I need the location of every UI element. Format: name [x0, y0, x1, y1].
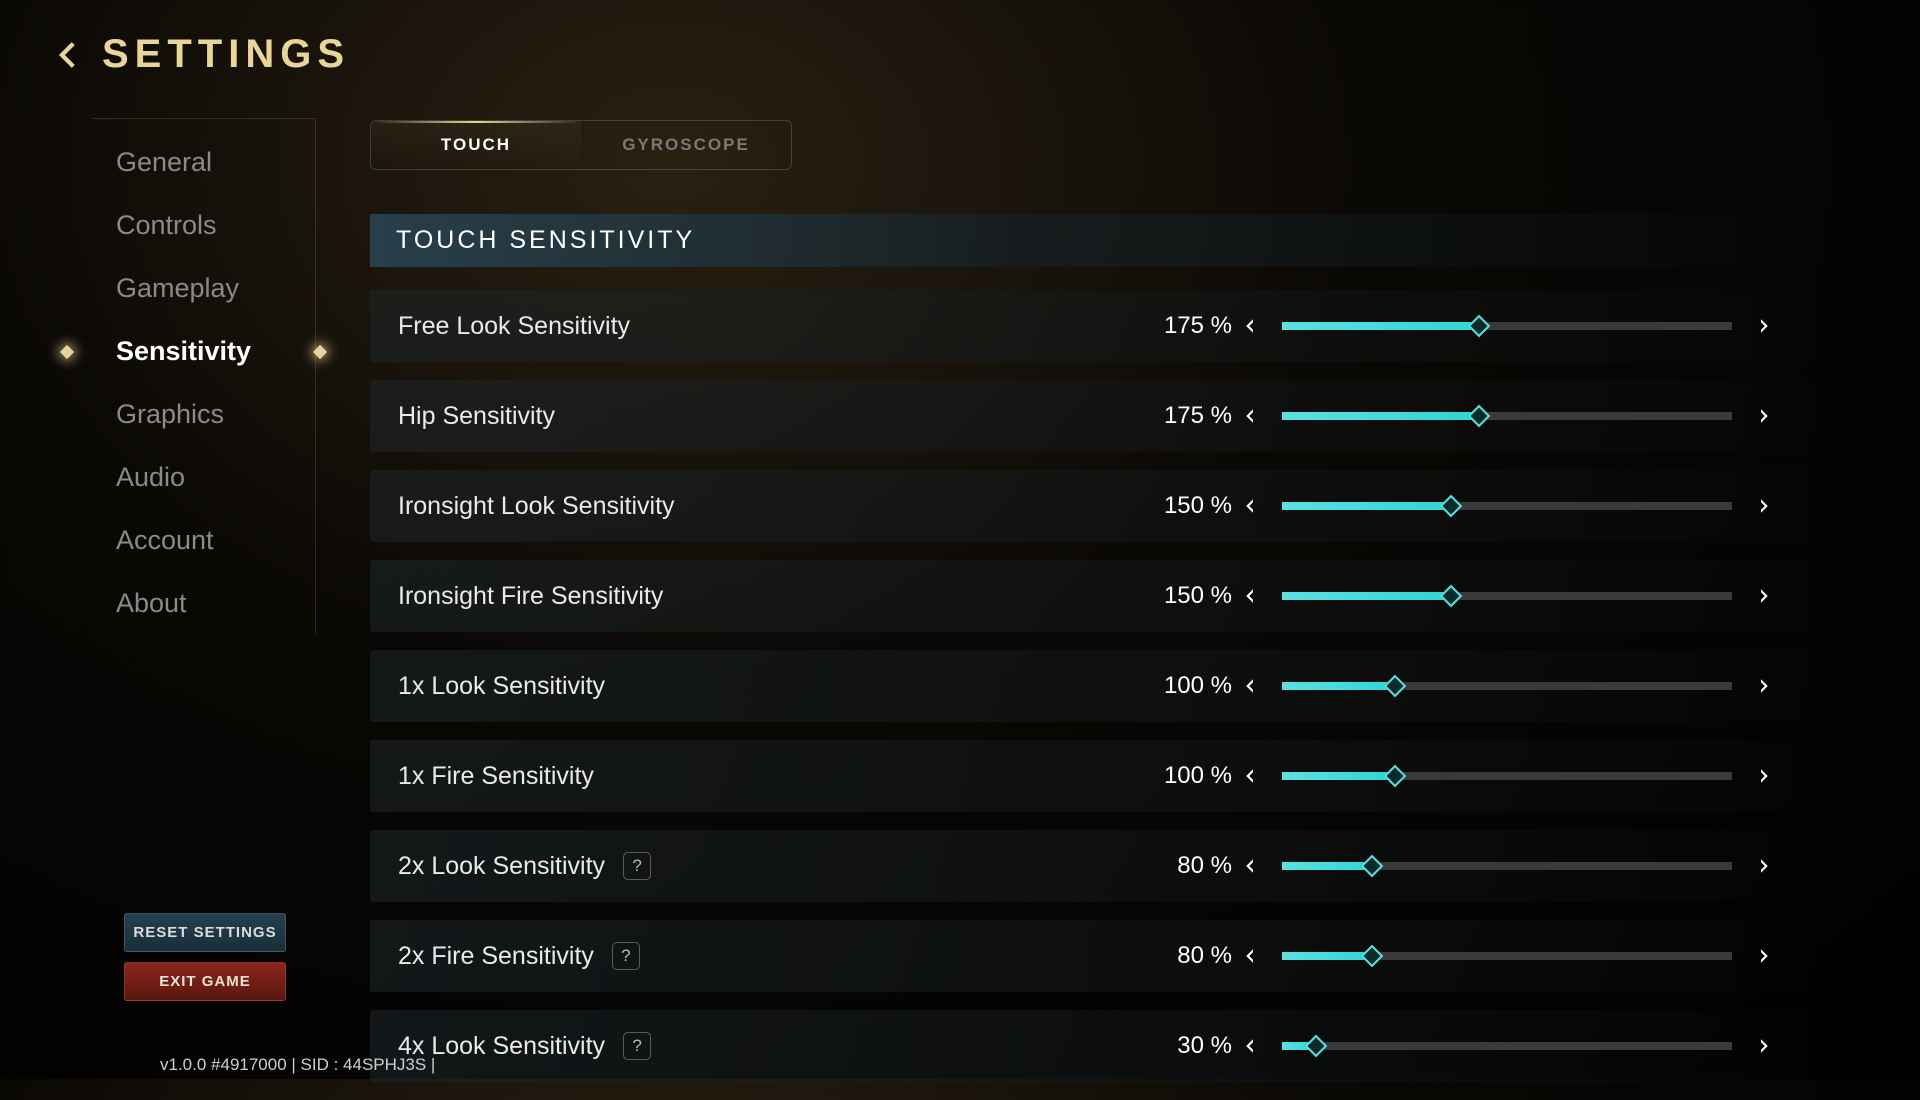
header: SETTINGS — [52, 32, 350, 77]
slider-track[interactable] — [1282, 502, 1732, 510]
help-icon[interactable]: ? — [612, 942, 640, 970]
decrease-button[interactable] — [1232, 944, 1268, 968]
slider-row: Hip Sensitivity 175 % — [370, 380, 1810, 452]
slider-handle[interactable] — [1383, 765, 1406, 788]
increase-button[interactable] — [1746, 944, 1782, 968]
help-icon[interactable]: ? — [623, 852, 651, 880]
slider-fill — [1282, 322, 1479, 330]
slider-value: 80 % — [1132, 852, 1232, 880]
increase-button[interactable] — [1746, 584, 1782, 608]
sidebar-item-graphics[interactable]: Graphics — [92, 383, 315, 446]
slider-row: 2x Look Sensitivity? 80 % — [370, 830, 1810, 902]
slider-fill — [1282, 952, 1372, 960]
decrease-button[interactable] — [1232, 1034, 1268, 1058]
slider-handle[interactable] — [1383, 675, 1406, 698]
slider-fill — [1282, 502, 1451, 510]
tab-touch[interactable]: TOUCH — [371, 121, 581, 169]
slider-track[interactable] — [1282, 682, 1732, 690]
increase-button[interactable] — [1746, 674, 1782, 698]
tab-gyroscope[interactable]: GYROSCOPE — [581, 121, 791, 169]
slider-track[interactable] — [1282, 952, 1732, 960]
sidebar-item-gameplay[interactable]: Gameplay — [92, 257, 315, 320]
sidebar-item-audio[interactable]: Audio — [92, 446, 315, 509]
slider-row: Ironsight Fire Sensitivity 150 % — [370, 560, 1810, 632]
footer-text: v1.0.0 #4917000 | SID : 44SPHJ3S | — [160, 1055, 435, 1075]
slider-value: 150 % — [1132, 582, 1232, 610]
slider-handle[interactable] — [1468, 315, 1491, 338]
slider-label: Ironsight Fire Sensitivity — [398, 582, 663, 611]
slider-label: 2x Fire Sensitivity? — [398, 942, 640, 971]
slider-value: 100 % — [1132, 672, 1232, 700]
slider-row: 4x Look Sensitivity? 30 % — [370, 1010, 1810, 1082]
increase-button[interactable] — [1746, 314, 1782, 338]
sidebar-item-general[interactable]: General — [92, 131, 315, 194]
slider-label: Ironsight Look Sensitivity — [398, 492, 675, 521]
slider-handle[interactable] — [1439, 495, 1462, 518]
slider-label: 1x Fire Sensitivity — [398, 762, 594, 791]
slider-label: 4x Look Sensitivity? — [398, 1032, 651, 1061]
section-header: TOUCH SENSITIVITY — [370, 214, 1810, 267]
slider-value: 150 % — [1132, 492, 1232, 520]
tabs: TOUCHGYROSCOPE — [370, 120, 792, 170]
decrease-button[interactable] — [1232, 854, 1268, 878]
slider-value: 175 % — [1132, 402, 1232, 430]
slider-row: 1x Fire Sensitivity 100 % — [370, 740, 1810, 812]
help-icon[interactable]: ? — [623, 1032, 651, 1060]
slider-row: 1x Look Sensitivity 100 % — [370, 650, 1810, 722]
back-icon[interactable] — [52, 38, 86, 72]
decrease-button[interactable] — [1232, 674, 1268, 698]
increase-button[interactable] — [1746, 1034, 1782, 1058]
slider-track[interactable] — [1282, 412, 1732, 420]
page-title: SETTINGS — [102, 32, 350, 77]
slider-label: 2x Look Sensitivity? — [398, 852, 651, 881]
slider-label: 1x Look Sensitivity — [398, 672, 605, 701]
reset-settings-button[interactable]: RESET SETTINGS — [124, 913, 286, 952]
slider-track[interactable] — [1282, 1042, 1732, 1050]
decrease-button[interactable] — [1232, 404, 1268, 428]
decrease-button[interactable] — [1232, 764, 1268, 788]
slider-fill — [1282, 772, 1395, 780]
slider-handle[interactable] — [1304, 1035, 1327, 1058]
slider-value: 175 % — [1132, 312, 1232, 340]
slider-track[interactable] — [1282, 322, 1732, 330]
slider-rows: Free Look Sensitivity175 %Hip Sensitivit… — [370, 290, 1810, 1100]
slider-value: 100 % — [1132, 762, 1232, 790]
sidebar-item-sensitivity[interactable]: Sensitivity — [92, 320, 315, 383]
exit-game-button[interactable]: EXIT GAME — [124, 962, 286, 1001]
slider-track[interactable] — [1282, 592, 1732, 600]
slider-value: 30 % — [1132, 1032, 1232, 1060]
slider-label: Free Look Sensitivity — [398, 312, 630, 341]
increase-button[interactable] — [1746, 404, 1782, 428]
increase-button[interactable] — [1746, 494, 1782, 518]
decrease-button[interactable] — [1232, 314, 1268, 338]
slider-row: 2x Fire Sensitivity? 80 % — [370, 920, 1810, 992]
slider-fill — [1282, 682, 1395, 690]
slider-row: Ironsight Look Sensitivity 150 % — [370, 470, 1810, 542]
slider-fill — [1282, 412, 1479, 420]
slider-handle[interactable] — [1361, 855, 1384, 878]
slider-label: Hip Sensitivity — [398, 402, 555, 431]
sidebar: GeneralControlsGameplaySensitivityGraphi… — [92, 118, 316, 635]
decrease-button[interactable] — [1232, 494, 1268, 518]
slider-row: Free Look Sensitivity 175 % — [370, 290, 1810, 362]
slider-track[interactable] — [1282, 772, 1732, 780]
increase-button[interactable] — [1746, 854, 1782, 878]
slider-handle[interactable] — [1439, 585, 1462, 608]
slider-value: 80 % — [1132, 942, 1232, 970]
slider-fill — [1282, 592, 1451, 600]
slider-handle[interactable] — [1468, 405, 1491, 428]
slider-track[interactable] — [1282, 862, 1732, 870]
sidebar-item-account[interactable]: Account — [92, 509, 315, 572]
sidebar-item-controls[interactable]: Controls — [92, 194, 315, 257]
bottom-buttons: RESET SETTINGS EXIT GAME — [124, 913, 286, 1001]
slider-fill — [1282, 862, 1372, 870]
slider-handle[interactable] — [1361, 945, 1384, 968]
increase-button[interactable] — [1746, 764, 1782, 788]
sidebar-item-about[interactable]: About — [92, 572, 315, 635]
decrease-button[interactable] — [1232, 584, 1268, 608]
